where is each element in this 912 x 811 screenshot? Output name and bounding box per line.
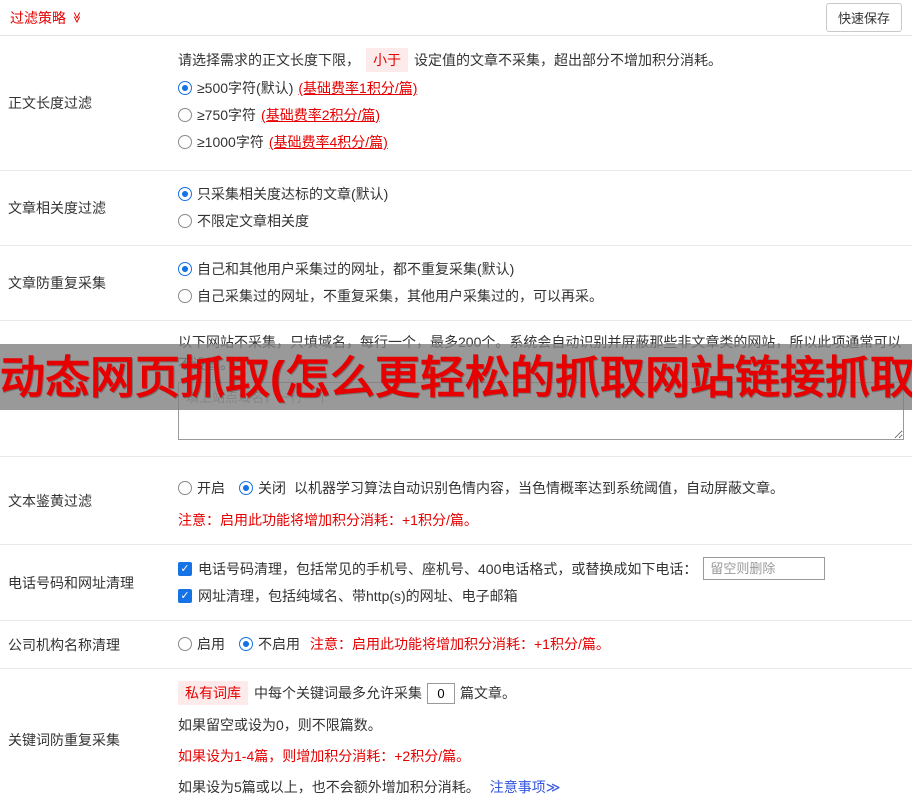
option-min-1000-chars[interactable]: ≥1000字符 (基础费率4积分/篇) [178, 131, 904, 153]
intro-after: 设定值的文章不采集，超出部分不增加积分消耗。 [414, 52, 722, 68]
option-fee-note: (基础费率2积分/篇) [261, 107, 381, 123]
option-fee-note: (基础费率4积分/篇) [268, 134, 388, 150]
relevance-label: 文章相关度过滤 [8, 200, 106, 216]
porn-filter-note: 注意：启用此功能将增加积分消耗：+1积分/篇。 [178, 512, 478, 528]
chevron-down-icon: ≫ [70, 11, 83, 24]
option-label: 关闭 [258, 480, 286, 496]
row-phone-url-cleanup: 电话号码和网址清理 电话号码清理，包括常见的手机号、座机号、400电话格式，或替… [0, 545, 912, 621]
checkbox-icon[interactable] [178, 561, 192, 576]
checkbox-label: 电话号码清理，包括常见的手机号、座机号、400电话格式，或替换成如下电话： [198, 560, 698, 577]
max-articles-input[interactable] [427, 682, 455, 704]
row-company-cleanup: 公司机构名称清理 启用 不启用 注意：启用此功能将增加积分消耗：+1积分/篇。 [0, 621, 912, 669]
keyword-dedupe-label: 关键词防重复采集 [8, 732, 120, 748]
porn-filter-label: 文本鉴黄过滤 [8, 492, 92, 509]
replacement-phone-input[interactable] [703, 557, 826, 580]
radio-icon[interactable] [178, 187, 192, 201]
option-label: ≥750字符 [197, 107, 257, 123]
radio-icon[interactable] [178, 81, 192, 95]
radio-icon[interactable] [239, 481, 253, 495]
option-label: 只采集相关度达标的文章(默认) [197, 186, 389, 202]
option-dedupe-self-only[interactable]: 自己采集过的网址，不重复采集，其他用户采集过的，可以再采。 [178, 285, 904, 307]
option-label: 开启 [197, 480, 225, 496]
radio-icon[interactable] [178, 289, 192, 303]
option-relevance-required[interactable]: 只采集相关度达标的文章(默认) [178, 183, 904, 205]
option-company-cleanup-off[interactable]: 不启用 [239, 633, 300, 655]
option-label: 不限定文章相关度 [197, 213, 309, 229]
radio-icon[interactable] [178, 262, 192, 276]
porn-filter-desc: 以机器学习算法自动识别色情内容，当色情概率达到系统阈值，自动屏蔽文章。 [294, 480, 784, 496]
phone-cleanup-label: 电话号码和网址清理 [8, 574, 134, 591]
option-company-cleanup-on[interactable]: 启用 [178, 633, 225, 655]
keyword-line1-end: 篇文章。 [460, 685, 516, 701]
option-label: 自己和其他用户采集过的网址，都不重复采集(默认) [197, 261, 515, 277]
option-min-750-chars[interactable]: ≥750字符 (基础费率2积分/篇) [178, 104, 904, 126]
keyword-line4: 如果设为5篇或以上，也不会额外增加积分消耗。 [178, 779, 480, 795]
keyword-line2: 如果留空或设为0，则不限篇数。 [178, 717, 382, 733]
keyword-line1-mid: 中每个关键词最多允许采集 [254, 685, 422, 701]
top-toolbar: 过滤策略 ≫ 快速保存 [0, 0, 912, 36]
row-body-length-filter: 正文长度过滤 请选择需求的正文长度下限， 小于 设定值的文章不采集，超出部分不增… [0, 36, 912, 171]
option-relevance-unlimited[interactable]: 不限定文章相关度 [178, 210, 904, 232]
intro-highlight-less-than: 小于 [366, 48, 408, 72]
option-label: ≥1000字符 [197, 134, 264, 150]
option-dedupe-all-users[interactable]: 自己和其他用户采集过的网址，都不重复采集(默认) [178, 258, 904, 280]
option-porn-filter-off[interactable]: 关闭 [239, 477, 286, 499]
radio-icon[interactable] [178, 637, 192, 651]
radio-icon[interactable] [178, 135, 192, 149]
option-label: 自己采集过的网址，不重复采集，其他用户采集过的，可以再采。 [197, 288, 603, 304]
option-min-500-chars[interactable]: ≥500字符(默认) (基础费率1积分/篇) [178, 77, 904, 99]
radio-icon[interactable] [178, 108, 192, 122]
option-label: ≥500字符(默认) [197, 80, 294, 96]
radio-icon[interactable] [178, 481, 192, 495]
private-lexicon-badge: 私有词库 [178, 681, 248, 705]
page-title: 过滤策略 ≫ [10, 8, 82, 28]
checkbox-label: 网址清理，包括纯域名、带http(s)的网址、电子邮箱 [198, 588, 518, 604]
intro-before: 请选择需求的正文长度下限， [178, 52, 360, 68]
notice-link[interactable]: 注意事项≫ [490, 776, 561, 798]
quick-save-button[interactable]: 快速保存 [825, 3, 902, 32]
radio-icon[interactable] [239, 637, 253, 651]
checkbox-url-cleanup[interactable]: 网址清理，包括纯域名、带http(s)的网址、电子邮箱 [178, 585, 518, 607]
option-label: 不启用 [258, 636, 300, 652]
option-label: 启用 [197, 636, 225, 652]
option-fee-note: (基础费率1积分/篇) [298, 80, 418, 96]
company-cleanup-note: 注意：启用此功能将增加积分消耗：+1积分/篇。 [310, 636, 610, 652]
dedupe-label: 文章防重复采集 [8, 275, 106, 291]
page-title-text: 过滤策略 [10, 9, 66, 26]
body-length-label: 正文长度过滤 [8, 95, 92, 111]
option-porn-filter-on[interactable]: 开启 [178, 477, 225, 499]
watermark-banner: 动态网页抓取(怎么更轻松的抓取网站链接抓取器 [0, 344, 912, 410]
row-keyword-dedupe: 关键词防重复采集 私有词库 中每个关键词最多允许采集 篇文章。 如果留空或设为0… [0, 669, 912, 811]
checkbox-phone-cleanup[interactable]: 电话号码清理，包括常见的手机号、座机号、400电话格式，或替换成如下电话： [178, 558, 697, 580]
radio-icon[interactable] [178, 214, 192, 228]
body-length-intro: 请选择需求的正文长度下限， 小于 设定值的文章不采集，超出部分不增加积分消耗。 [178, 48, 904, 72]
row-dedupe-collection: 文章防重复采集 自己和其他用户采集过的网址，都不重复采集(默认) 自己采集过的网… [0, 246, 912, 321]
checkbox-icon[interactable] [178, 589, 192, 603]
watermark-text: 动态网页抓取(怎么更轻松的抓取网站链接抓取器 [0, 351, 912, 403]
company-cleanup-label: 公司机构名称清理 [8, 636, 120, 653]
row-relevance-filter: 文章相关度过滤 只采集相关度达标的文章(默认) 不限定文章相关度 [0, 171, 912, 246]
keyword-line3: 如果设为1-4篇，则增加积分消耗：+2积分/篇。 [178, 748, 471, 764]
row-porn-filter: 文本鉴黄过滤 开启 关闭 以机器学习算法自动识别色情内容，当色情概率达到系统阈值… [0, 457, 912, 545]
